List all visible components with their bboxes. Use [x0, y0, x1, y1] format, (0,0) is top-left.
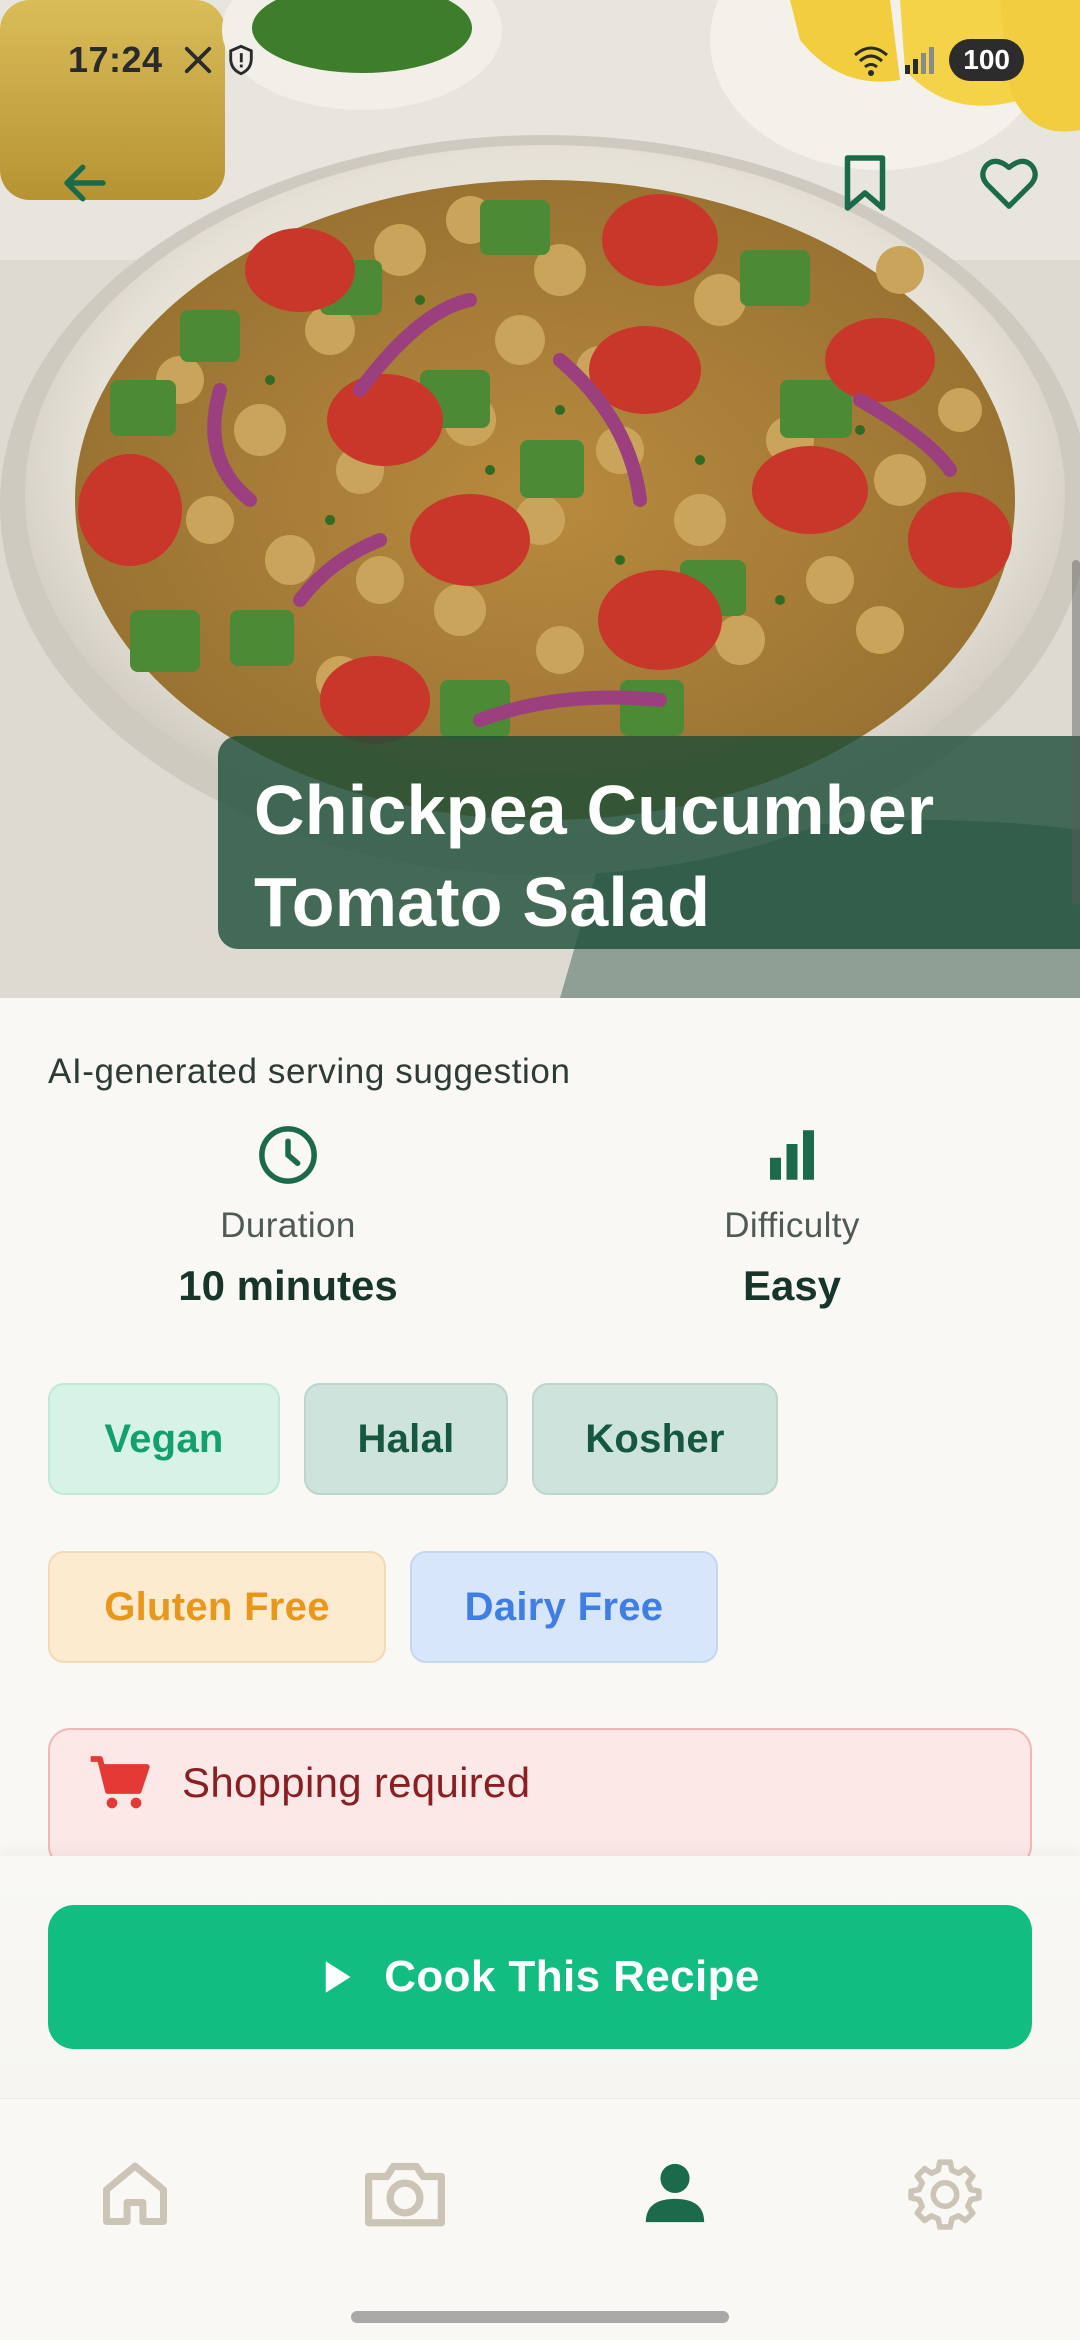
recipe-title: Chickpea Cucumber Tomato Salad — [254, 771, 935, 941]
heart-icon — [980, 158, 1038, 209]
shield-icon — [228, 44, 253, 76]
title-panel: Chickpea Cucumber Tomato Salad — [218, 736, 1080, 949]
cook-recipe-button[interactable]: Cook This Recipe — [48, 1905, 1032, 2049]
shopping-required-notice[interactable]: Shopping required — [48, 1728, 1032, 1868]
signal-icon — [905, 47, 935, 74]
shopping-required-text: Shopping required — [182, 1759, 531, 1806]
battery-indicator: 100 — [949, 39, 1024, 81]
nav-camera[interactable] — [350, 2145, 460, 2241]
gesture-navigation-bar[interactable] — [351, 2311, 729, 2323]
bottom-navigation — [0, 2098, 1080, 2340]
ai-generated-caption: AI-generated serving suggestion — [48, 1052, 571, 1091]
settings-icon — [908, 2159, 982, 2230]
wifi-icon — [854, 46, 889, 76]
bar-chart-icon — [770, 1130, 814, 1180]
shopping-cart-icon — [90, 1756, 150, 1809]
arrow-left-icon — [64, 164, 106, 202]
difficulty-value: Easy — [742, 1262, 842, 1309]
scroll-thumb[interactable] — [1072, 560, 1080, 905]
status-time: 17:24 — [68, 39, 163, 80]
play-icon — [325, 1961, 351, 1993]
bookmark-button[interactable] — [820, 138, 910, 228]
tag-vegan: Vegan — [48, 1383, 280, 1495]
back-button[interactable] — [40, 138, 130, 228]
clock-icon — [259, 1126, 317, 1184]
tag-halal: Halal — [304, 1383, 508, 1495]
difficulty-info: Difficulty Easy — [562, 1122, 1022, 1310]
duration-label: Duration — [220, 1206, 356, 1245]
camera-icon — [364, 2162, 446, 2227]
tag-gluten-free: Gluten Free — [48, 1551, 386, 1663]
nav-settings[interactable] — [890, 2145, 1000, 2241]
x-icon — [184, 46, 211, 74]
duration-value: 10 minutes — [178, 1262, 398, 1309]
tag-kosher: Kosher — [532, 1383, 778, 1495]
nav-home[interactable] — [80, 2145, 190, 2241]
duration-info: Duration 10 minutes — [58, 1122, 518, 1310]
cook-recipe-label: Cook This Recipe — [384, 1952, 760, 2001]
tag-dairy-free: Dairy Free — [410, 1551, 718, 1663]
status-bar: 17:24 100 — [0, 0, 1080, 120]
favorite-button[interactable] — [964, 138, 1054, 228]
hero-section: 17:24 100 Chickpea Cucumber Tomato Salad — [0, 0, 1080, 998]
profile-icon — [645, 2163, 705, 2223]
home-icon — [103, 2162, 167, 2225]
nav-profile[interactable] — [620, 2145, 730, 2241]
bookmark-icon — [844, 155, 886, 211]
difficulty-label: Difficulty — [724, 1206, 860, 1245]
